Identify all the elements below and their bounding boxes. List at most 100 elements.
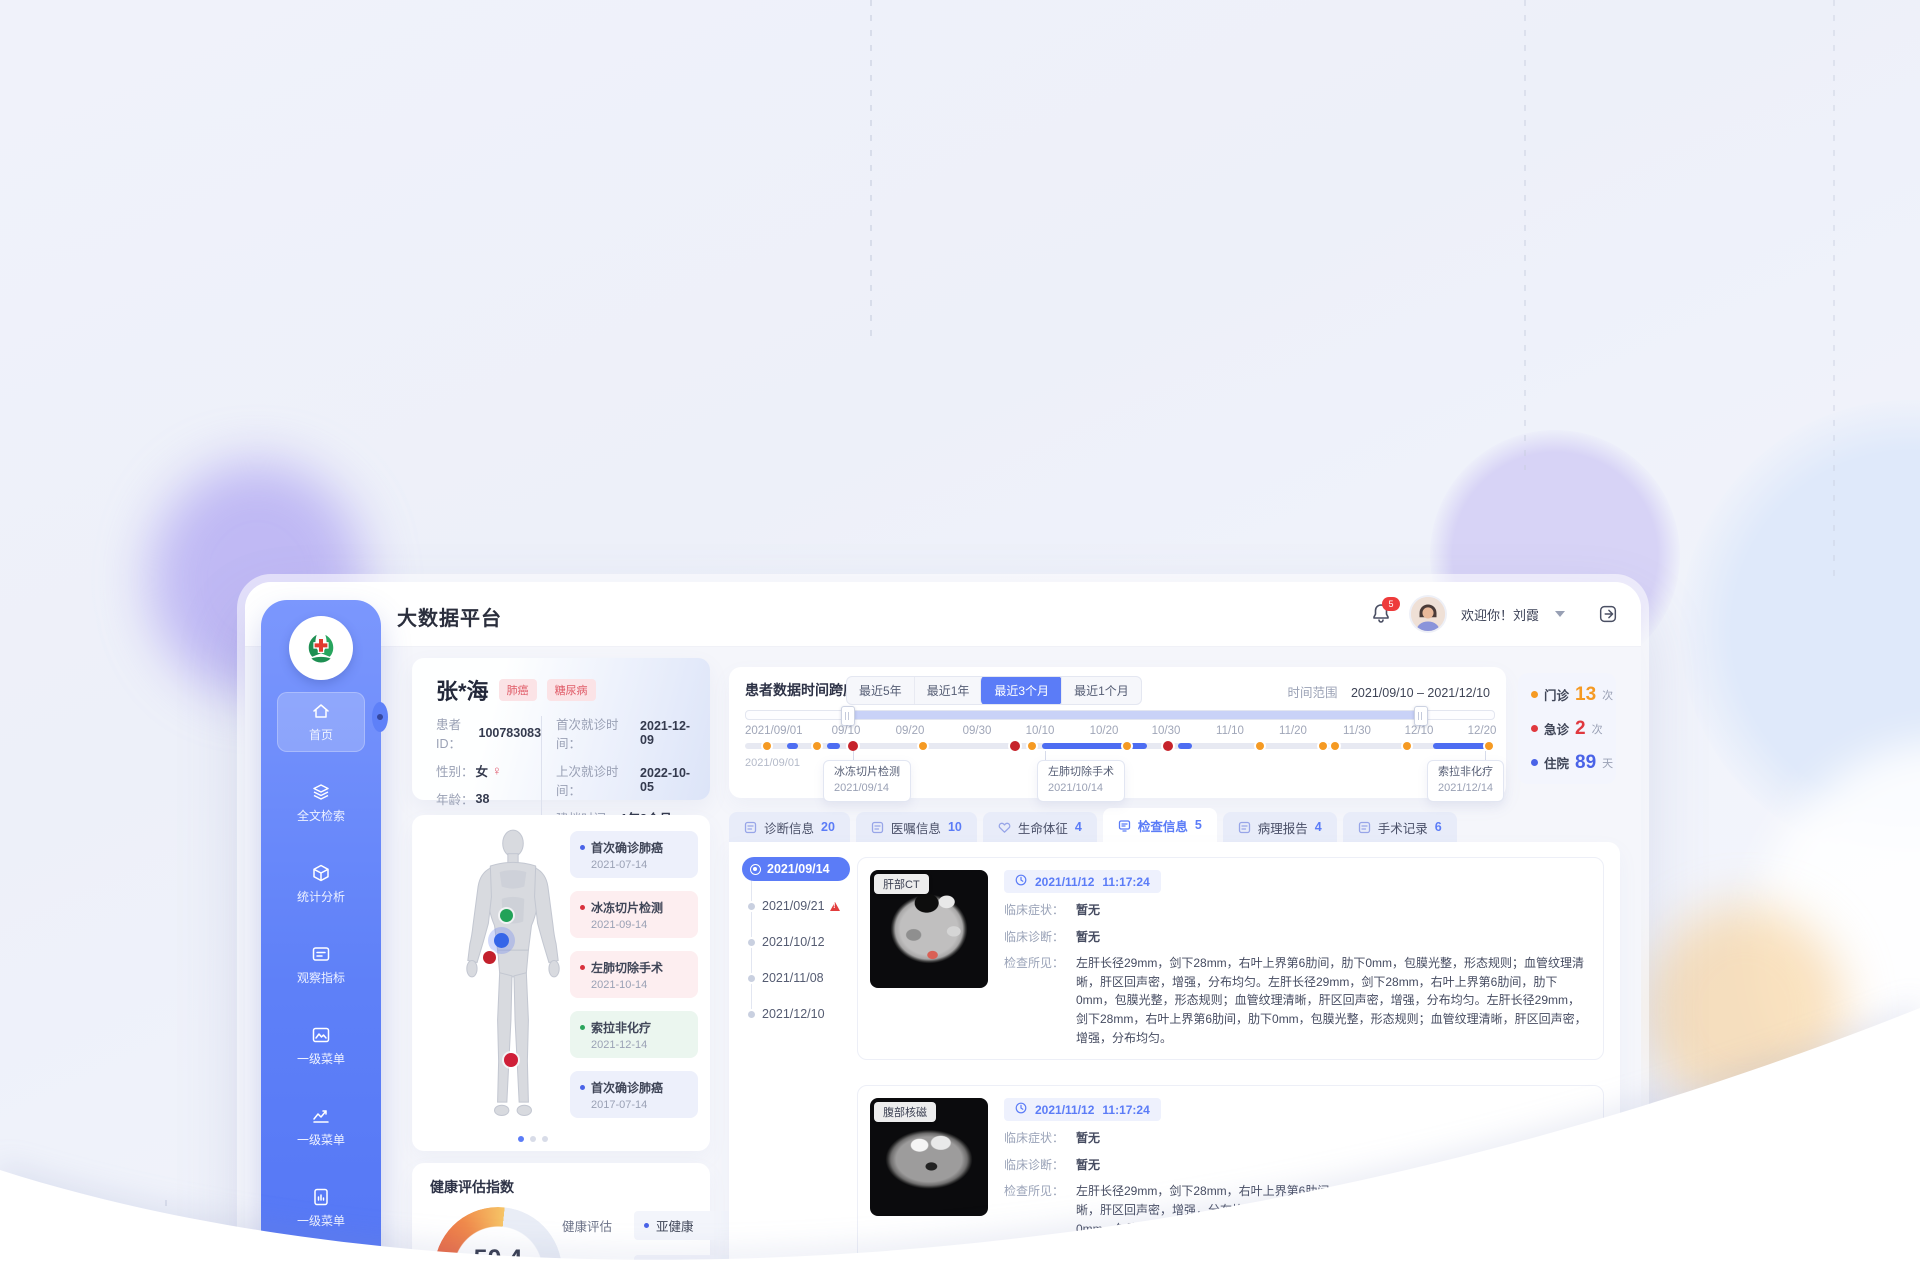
pagination-dot[interactable] xyxy=(530,1136,536,1142)
event-dot xyxy=(580,965,585,970)
tab-exams[interactable]: 检查信息 5 xyxy=(1103,808,1217,842)
tab-pathology[interactable]: 病理报告 4 xyxy=(1223,812,1337,842)
exam-date-item[interactable]: 2021/10/12 xyxy=(742,931,854,953)
event-dot-orange[interactable] xyxy=(1123,742,1131,750)
user-menu-chevron-icon[interactable] xyxy=(1555,611,1565,617)
avatar[interactable] xyxy=(1411,597,1445,631)
pagination-dot[interactable] xyxy=(542,1136,548,1142)
tab-vitals[interactable]: 生命体征 4 xyxy=(983,812,1097,842)
health-row-value: 亚健康 xyxy=(656,1216,694,1235)
patient-name: 张*海 xyxy=(436,674,489,706)
sidebar-item-menu-2[interactable]: 一级菜单 xyxy=(277,1097,365,1157)
welcome-text: 欢迎你！刘霞 xyxy=(1461,605,1539,624)
exam-date-item[interactable]: 2021/11/08 xyxy=(742,967,854,989)
time-range-slider[interactable] xyxy=(745,710,1495,720)
event-dot-orange[interactable] xyxy=(1403,742,1411,750)
sidebar: 首页 全文检索 统计分析 xyxy=(261,600,381,1281)
sidebar-nav: 首页 全文检索 统计分析 xyxy=(261,692,381,1259)
event-dot xyxy=(580,1085,585,1090)
range-button-3m[interactable]: 最近3个月 xyxy=(980,676,1062,705)
decor-dashed-line xyxy=(1524,0,1526,470)
sidebar-item-menu-3[interactable]: 一级菜单 xyxy=(277,1178,365,1238)
exam-date-item[interactable]: 2021/09/21 xyxy=(742,895,854,917)
event-bar xyxy=(1042,743,1147,749)
tab-count: 20 xyxy=(821,820,835,834)
notification-badge: 5 xyxy=(1382,597,1400,611)
tab-count: 4 xyxy=(1075,820,1082,834)
exam-date-item[interactable]: 2021/12/10 xyxy=(742,1003,854,1025)
notification-bell-icon[interactable]: 5 xyxy=(1369,601,1395,627)
axis-tick: 11/20 xyxy=(1279,725,1307,737)
event-title: 首次确诊肺癌 xyxy=(591,839,663,856)
sidebar-item-label: 一级菜单 xyxy=(297,1050,345,1067)
body-event-pill: 首次确诊肺癌 2017-07-14 xyxy=(570,1071,698,1118)
slider-handle-end[interactable] xyxy=(1414,706,1428,726)
event-dot-orange[interactable] xyxy=(1256,742,1264,750)
event-dot-red[interactable] xyxy=(848,741,858,751)
logout-icon[interactable] xyxy=(1597,603,1619,625)
exam-date-label: 2021/09/21 xyxy=(762,899,825,913)
scan-thumbnail-abdomen-mri[interactable]: 腹部核磁 xyxy=(870,1098,988,1216)
pagination-dot[interactable] xyxy=(518,1136,524,1142)
event-dot-red[interactable] xyxy=(1163,741,1173,751)
scan-thumbnail-liver-ct[interactable]: 肝部CT xyxy=(870,870,988,988)
row-label: 检查所见： xyxy=(1004,954,1076,1047)
event-dot-orange[interactable] xyxy=(919,742,927,750)
event-dot-red[interactable] xyxy=(1010,741,1020,751)
event-dot-orange[interactable] xyxy=(1485,742,1493,750)
row-value: 暂无 xyxy=(1076,901,1100,920)
event-date: 2021-07-14 xyxy=(591,859,688,871)
event-dot-orange[interactable] xyxy=(1331,742,1339,750)
row-label: 检查所见： xyxy=(1004,1182,1076,1275)
line-chart-icon xyxy=(311,1106,331,1126)
range-button-5y[interactable]: 最近5年 xyxy=(847,677,914,704)
event-date: 2017-07-14 xyxy=(591,1099,688,1111)
gauge-value: 50.4 xyxy=(434,1245,562,1274)
event-bar xyxy=(1178,743,1192,749)
body-marker-blue[interactable] xyxy=(494,933,509,948)
field-value: 2022-10-05 xyxy=(640,766,700,794)
stat-unit: 次 xyxy=(1602,687,1613,703)
top-header: 大数据平台 5 欢迎你！刘霞 xyxy=(245,582,1641,647)
exam-date-item[interactable]: 2021/09/14 xyxy=(742,857,850,881)
sidebar-item-fulltext-search[interactable]: 全文检索 xyxy=(277,773,365,833)
field-label: 患者ID： xyxy=(436,714,477,752)
axis-tick: 11/30 xyxy=(1343,725,1371,737)
health-row: 平均值60.5 xyxy=(562,1255,750,1281)
body-marker-red[interactable] xyxy=(483,951,496,964)
patient-tag: 糖尿病 xyxy=(547,679,596,701)
exam-time: 11:17:24 xyxy=(1102,875,1149,889)
event-dot-orange[interactable] xyxy=(813,742,821,750)
sidebar-item-statistics[interactable]: 统计分析 xyxy=(277,854,365,914)
range-label: 时间范围 xyxy=(1287,686,1337,700)
tab-diagnosis[interactable]: 诊断信息 20 xyxy=(729,812,850,842)
row-label: 临床诊断： xyxy=(1004,1156,1076,1175)
stat-inpatient: 住院 89 天 xyxy=(1531,752,1616,774)
tab-surgery[interactable]: 手术记录 6 xyxy=(1343,812,1457,842)
sidebar-item-home[interactable]: 首页 xyxy=(277,692,365,752)
slider-handle-start[interactable] xyxy=(841,706,855,726)
sidebar-item-label: 观察指标 xyxy=(297,969,345,986)
stat-unit: 天 xyxy=(1602,755,1613,771)
rail-dot xyxy=(748,903,755,910)
document-chart-icon xyxy=(311,1187,331,1207)
timeline-tooltip: 索拉非化疗 2021/12/14 xyxy=(1427,760,1504,802)
range-button-1m[interactable]: 最近1个月 xyxy=(1061,677,1141,704)
human-body-figure xyxy=(438,827,588,1135)
tab-label: 手术记录 xyxy=(1378,818,1428,837)
tab-label: 检查信息 xyxy=(1138,816,1188,835)
axis-tick: 2021/09/01 xyxy=(745,725,803,737)
event-dot-orange[interactable] xyxy=(1028,742,1036,750)
range-button-1y[interactable]: 最近1年 xyxy=(914,677,982,704)
info-tabs: 诊断信息 20 医嘱信息 10 生命体征 4 检查信息 5 病理报告 4 xyxy=(729,812,1457,842)
tab-orders[interactable]: 医嘱信息 10 xyxy=(856,812,977,842)
tooltip-date: 2021/10/14 xyxy=(1048,781,1114,797)
sidebar-item-indicators[interactable]: 观察指标 xyxy=(277,935,365,995)
event-dot-orange[interactable] xyxy=(1319,742,1327,750)
event-dot-orange[interactable] xyxy=(763,742,771,750)
stat-value: 89 xyxy=(1575,752,1596,774)
sidebar-item-menu-1[interactable]: 一级菜单 xyxy=(277,1016,365,1076)
body-marker-green[interactable] xyxy=(500,909,513,922)
body-marker-red-knee[interactable] xyxy=(504,1053,518,1067)
header-actions: 5 欢迎你！刘霞 xyxy=(1369,582,1619,646)
